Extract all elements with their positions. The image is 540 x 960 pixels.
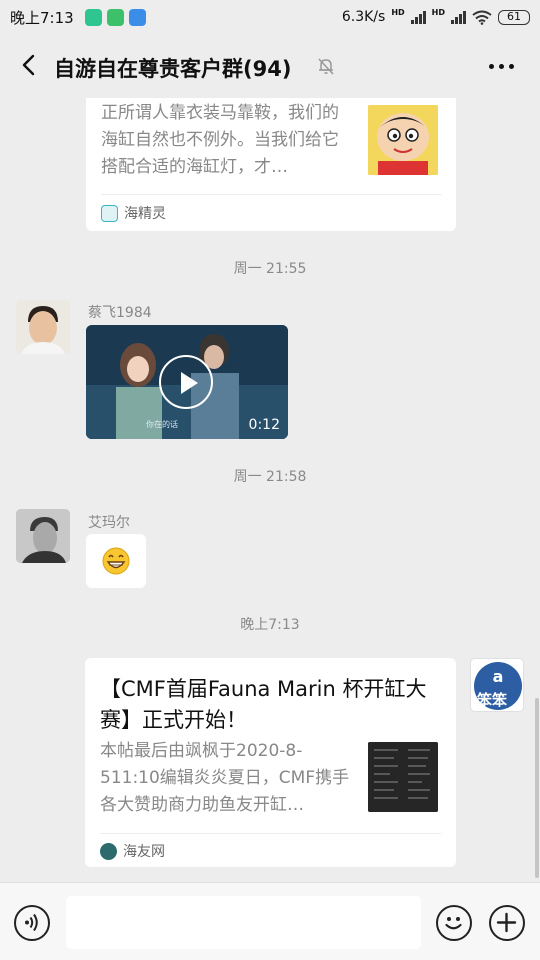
voice-icon — [25, 913, 38, 932]
avatar[interactable] — [16, 300, 70, 354]
alarm-notification-icon — [106, 8, 124, 26]
card-title: 【CMF首届Fauna Marin 杯开缸大赛】正式开始！ — [100, 677, 427, 732]
chat-area[interactable]: 正所谓人靠衣装马靠鞍，我们的海缸自然也不例外。当我们给它搭配合适的海缸灯，才… … — [0, 98, 540, 882]
card-thumbnail — [368, 742, 438, 812]
hd-label: HD — [391, 8, 405, 17]
chat-title: 自游自在尊贵客户群(94) — [54, 57, 292, 81]
status-time: 晚上7:13 — [10, 8, 74, 27]
card-divider — [101, 194, 441, 195]
grin-emoji-icon — [102, 547, 130, 575]
video-message[interactable]: 你在的话 0:12 — [86, 325, 288, 439]
sender-name: 蔡飞1984 — [88, 305, 152, 321]
wifi-icon — [472, 10, 492, 25]
person-avatar-icon — [16, 509, 70, 563]
sender-name: 艾玛尔 — [88, 515, 130, 531]
play-icon[interactable] — [159, 355, 213, 409]
message-timestamp: 晚上7:13 — [240, 617, 300, 633]
voice-input-button[interactable] — [14, 905, 50, 941]
network-speed: 6.3K/s — [341, 9, 386, 25]
card-divider — [100, 833, 441, 834]
card-source-label: 海精灵 — [124, 206, 166, 222]
cloud-notification-icon — [128, 8, 146, 26]
card-description: 正所谓人靠衣装马靠鞍，我们的海缸自然也不例外。当我们给它搭配合适的海缸灯，才… — [101, 103, 339, 177]
message-timestamp: 周一 21:55 — [233, 261, 307, 277]
message-input[interactable] — [66, 896, 421, 949]
link-card[interactable]: 【CMF首届Fauna Marin 杯开缸大赛】正式开始！ 本帖最后由飒枫于20… — [85, 658, 456, 867]
link-card[interactable]: 正所谓人靠衣装马靠鞍，我们的海缸自然也不例外。当我们给它搭配合适的海缸灯，才… … — [86, 98, 456, 231]
status-bar: 晚上7:13 6.3K/s HD HD 61 — [0, 0, 540, 34]
card-source: 海精灵 — [101, 203, 166, 223]
hd-label-2: HD — [431, 8, 445, 17]
avatar-logo-text: 笨笨 — [477, 691, 508, 709]
smiley-icon — [445, 917, 462, 930]
forum-screenshot-icon — [368, 742, 438, 812]
battery-icon: 61 — [498, 9, 530, 25]
app-notification-icon — [84, 8, 102, 26]
my-avatar[interactable]: a 笨笨 — [470, 658, 524, 712]
cartoon-image-icon — [368, 105, 438, 175]
scrollbar[interactable] — [535, 698, 539, 878]
video-subtitle: 你在的话 — [146, 420, 178, 429]
signal-icon — [410, 10, 426, 24]
card-description: 本帖最后由飒枫于2020-8-511:10编辑炎炎夏日，CMF携手各大赞助商力助… — [100, 741, 350, 815]
input-bar — [0, 882, 540, 960]
card-thumbnail — [368, 105, 438, 175]
person-avatar-icon — [16, 300, 70, 354]
muted-bell-icon — [318, 58, 334, 75]
more-functions-button[interactable] — [489, 905, 525, 941]
svg-text:a: a — [493, 667, 504, 686]
back-arrow-icon[interactable] — [18, 54, 40, 76]
message-bubble[interactable] — [86, 534, 146, 588]
plus-icon — [496, 912, 517, 933]
message-timestamp: 周一 21:58 — [233, 469, 307, 485]
avatar[interactable] — [16, 509, 70, 563]
source-app-icon — [100, 842, 117, 860]
chat-header: 自游自在尊贵客户群(94) — [0, 34, 540, 98]
video-duration: 0:12 — [248, 417, 280, 433]
signal-icon-2 — [451, 10, 466, 24]
source-app-icon — [101, 204, 118, 222]
card-source: 海友网 — [100, 841, 165, 861]
card-source-label: 海友网 — [123, 844, 165, 860]
more-options-button[interactable] — [489, 64, 514, 69]
emoji-button[interactable] — [436, 905, 472, 941]
